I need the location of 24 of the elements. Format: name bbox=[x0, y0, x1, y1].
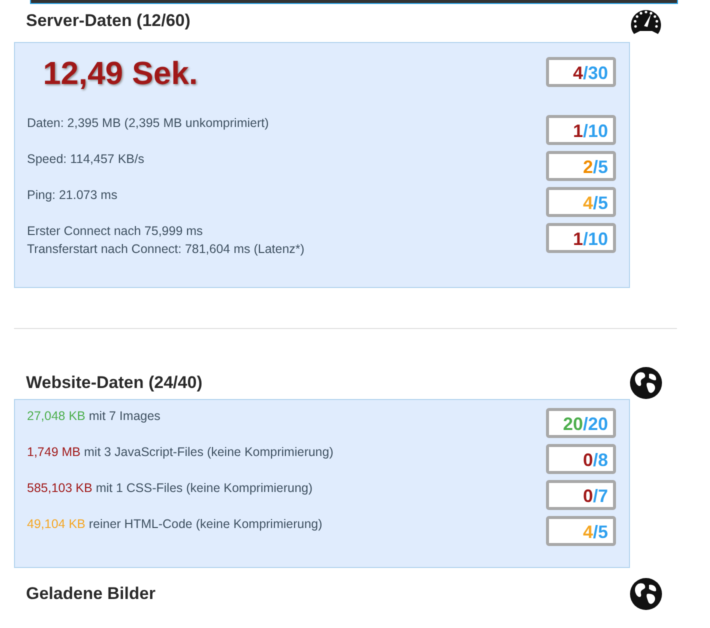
result-text: 585,103 KB mit 1 CSS-Files (keine Komprimierung) bbox=[27, 480, 313, 497]
section-title: Geladene Bilder bbox=[26, 584, 156, 604]
result-text: Daten: 2,395 MB (2,395 MB unkomprimiert) bbox=[27, 115, 269, 132]
score-box: 20/20 bbox=[546, 408, 616, 438]
globe-icon bbox=[630, 367, 662, 399]
score-box: 4/30 bbox=[546, 57, 616, 87]
score-box: 2/5 bbox=[546, 151, 616, 181]
score-box: 4/5 bbox=[546, 516, 616, 546]
score-box: 0/8 bbox=[546, 444, 616, 474]
load-time: 12,49 Sek. bbox=[43, 55, 198, 92]
globe-icon bbox=[630, 578, 662, 610]
section-title: Server-Daten (12/60) bbox=[26, 11, 190, 31]
result-text: 27,048 KB mit 7 Images bbox=[27, 408, 160, 425]
result-text: 1,749 MB mit 3 JavaScript-Files (keine Komprimierung) bbox=[27, 444, 334, 461]
speedometer-icon bbox=[630, 7, 662, 35]
result-text: 49,104 KB reiner HTML-Code (keine Komprimierung) bbox=[27, 516, 322, 533]
score-box: 1/10 bbox=[546, 223, 616, 253]
result-text: Erster Connect nach 75,999 ms Transferstart nach Connect: 781,604 ms (Latenz*) bbox=[27, 223, 304, 258]
section-title: Website-Daten (24/40) bbox=[26, 373, 202, 393]
score-box: 1/10 bbox=[546, 115, 616, 145]
score-box: 4/5 bbox=[546, 187, 616, 217]
result-text: Speed: 114,457 KB/s bbox=[27, 151, 144, 168]
score-box: 0/7 bbox=[546, 480, 616, 510]
result-text: Ping: 21.073 ms bbox=[27, 187, 118, 204]
